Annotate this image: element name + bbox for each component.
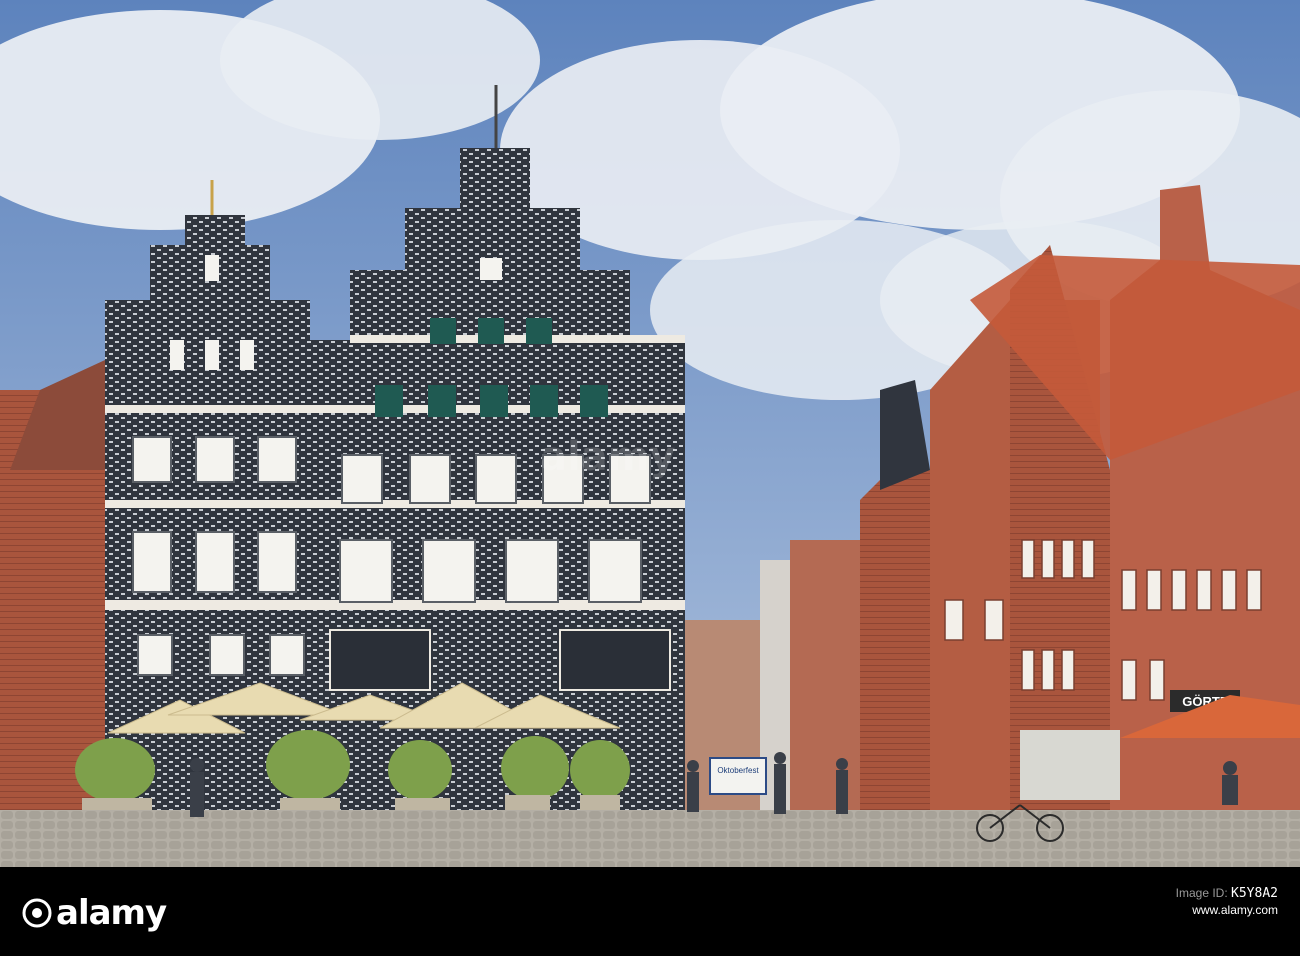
alamy-logo-icon xyxy=(22,898,52,928)
svg-text:Oktoberfest: Oktoberfest xyxy=(717,766,759,775)
footer-bar: alamy Image ID: K5Y8A2 www.alamy.com xyxy=(0,867,1300,956)
logo-text: alamy xyxy=(56,893,167,933)
image-meta: Image ID: K5Y8A2 www.alamy.com xyxy=(1176,885,1278,919)
site-url[interactable]: www.alamy.com xyxy=(1176,902,1278,919)
photo: GÖRTZ Oktoberfest alamy xyxy=(0,0,1300,867)
image-id: K5Y8A2 xyxy=(1231,886,1278,901)
oktoberfest-sign: Oktoberfest xyxy=(709,757,767,795)
street-scene: GÖRTZ Oktoberfest alamy xyxy=(0,0,1300,867)
image-id-label: Image ID: xyxy=(1175,886,1228,900)
watermark: alamy xyxy=(540,434,675,480)
cobblestone-square xyxy=(0,810,1300,867)
left-red-building xyxy=(0,360,110,810)
alamy-logo[interactable]: alamy xyxy=(22,893,167,933)
